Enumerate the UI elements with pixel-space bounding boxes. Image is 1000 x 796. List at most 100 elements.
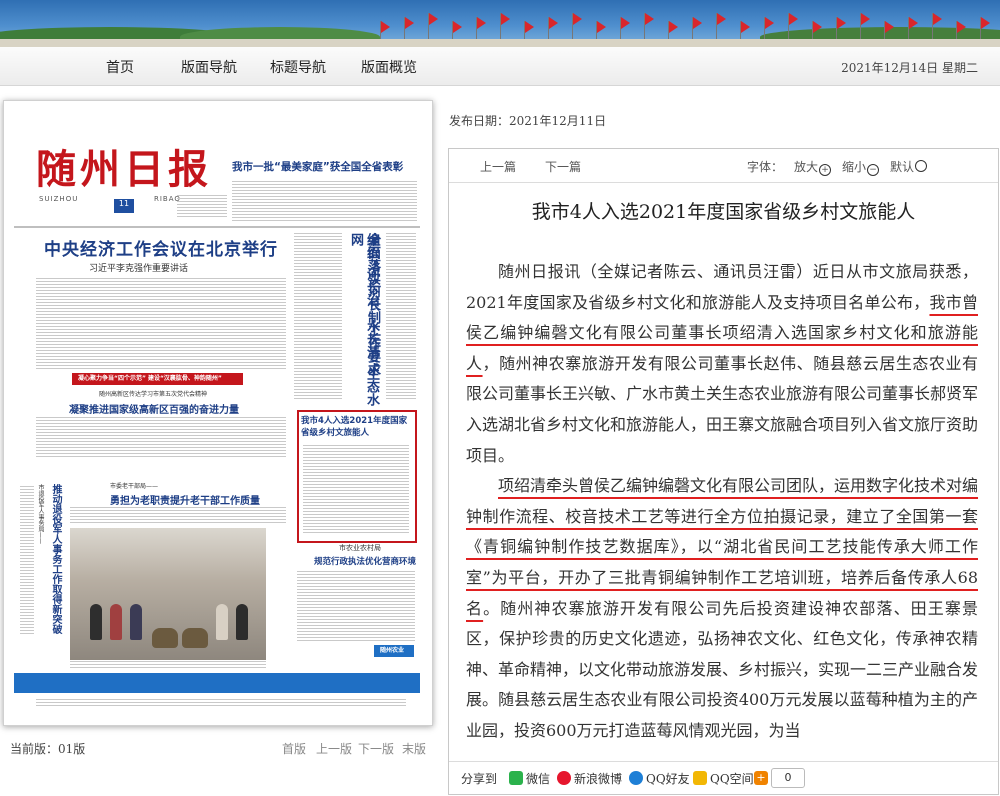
- red-flag-icon: [453, 21, 462, 33]
- elder-headline[interactable]: 勇担为老职责提升老干部工作质量: [110, 492, 260, 507]
- selected-article-highlight[interactable]: [297, 410, 417, 543]
- left-vertical-kicker: 市退役军人事务局——: [37, 484, 44, 544]
- masthead-info: [36, 191, 106, 219]
- red-flag-icon: [813, 21, 822, 33]
- font-bigger-button[interactable]: 放大 +: [794, 158, 832, 176]
- elder-story-text: [70, 507, 286, 525]
- circle-icon: [915, 160, 928, 172]
- share-wechat[interactable]: 微信: [526, 770, 550, 787]
- red-flag-icon: [789, 13, 798, 25]
- page-footer-strip: [14, 673, 420, 693]
- weibo-icon[interactable]: [557, 771, 571, 785]
- font-default-button[interactable]: 默认: [890, 158, 928, 175]
- left-vertical-headline[interactable]: 推动退役军人事务工作取得新突破: [48, 484, 63, 634]
- mid-story-text: [36, 417, 286, 459]
- next-article-link[interactable]: 下一篇: [545, 158, 581, 175]
- nav-title-navigation[interactable]: 标题导航: [270, 57, 326, 77]
- newspaper-page-frame: 随州日报 SUIZHOU RIBAO 11 我市一批“最美家庭”获全国全省表彰 …: [3, 100, 433, 726]
- issue-number: 11: [114, 199, 134, 213]
- right-small-text: [297, 571, 415, 641]
- prev-article-link[interactable]: 上一篇: [480, 158, 516, 175]
- red-flag-icon: [597, 21, 606, 33]
- page-preview-column: 随州日报 SUIZHOU RIBAO 11 我市一批“最美家庭”获全国全省表彰 …: [0, 95, 436, 795]
- article-paragraph: 随州日报讯（全媒记者陈云、通讯员汪雷）近日从市文旅局获悉，2021年度国家及省级…: [466, 257, 978, 471]
- top-story-text: [232, 181, 417, 223]
- red-flag-icon: [429, 13, 438, 25]
- nav-page-overview[interactable]: 版面概览: [361, 57, 417, 77]
- page-footer-text: [36, 699, 406, 707]
- red-flag-icon: [741, 21, 750, 33]
- publish-date: 发布日期：2021年12月11日: [449, 114, 607, 128]
- top-headline[interactable]: 我市一批“最美家庭”获全国全省表彰: [232, 159, 403, 174]
- red-flag-icon: [573, 13, 582, 25]
- left-story-text: [20, 486, 34, 636]
- red-flag-icon: [885, 21, 894, 33]
- article-paragraph: 项绍清牵头曾侯乙编钟编磬文化有限公司团队，运用数字化技术对编钟制作流程、校音技术…: [466, 471, 978, 746]
- article-panel: 上一篇 下一篇 字体： 放大 + 缩小 − 默认 我市4人入选2021年度国家省级乡…: [448, 148, 999, 795]
- photo-person: [216, 604, 228, 640]
- article-body: 随州日报讯（全媒记者陈云、通讯员汪雷）近日从市文旅局获悉，2021年度国家及省级…: [466, 257, 978, 747]
- share-bar: 分享到 微信 新浪微博 QQ好友 QQ空间 + 0: [449, 761, 998, 794]
- prev-page-link[interactable]: 上一版: [316, 740, 352, 757]
- article-toolbar: 上一篇 下一篇 字体： 放大 + 缩小 − 默认: [449, 149, 998, 183]
- article-text: 随州日报讯（全媒记者陈云、通讯员汪雷）近日从市文旅局获悉，2021年度国家及省级…: [466, 262, 978, 312]
- lead-subheadline: 习近平李克强作重要讲话: [89, 264, 189, 274]
- red-flag-icon: [933, 13, 942, 25]
- photo-person: [130, 604, 142, 640]
- elder-kicker: 市委老干部局——: [110, 483, 159, 490]
- masthead-logo: 随州日报: [36, 146, 212, 193]
- red-flag-icon: [981, 17, 990, 29]
- red-flag-icon: [693, 17, 702, 29]
- header-banner: [0, 0, 1000, 47]
- photo-person: [90, 604, 102, 640]
- photo-person: [110, 604, 122, 640]
- more-share-icon[interactable]: +: [754, 771, 768, 785]
- banner-railing: [0, 39, 1000, 47]
- photo-caption: [70, 661, 266, 669]
- newspaper-page-image[interactable]: 随州日报 SUIZHOU RIBAO 11 我市一批“最美家庭”获全国全省表彰 …: [14, 111, 420, 711]
- font-size-label: 字体：: [747, 160, 784, 174]
- nav-page-navigation[interactable]: 版面导航: [181, 57, 237, 77]
- lead-story-text: [36, 278, 286, 370]
- red-flag-icon: [549, 17, 558, 29]
- share-qq-friend[interactable]: QQ好友: [646, 770, 690, 787]
- right-small-headline[interactable]: 规范行政执法优化营商环境: [314, 555, 416, 567]
- red-flag-icon: [837, 17, 846, 29]
- red-flag-icon: [765, 17, 774, 29]
- article-title: 我市4人入选2021年度国家省级乡村文旅能人: [531, 201, 916, 223]
- qq-icon[interactable]: [629, 771, 643, 785]
- last-page-link[interactable]: 末版: [402, 740, 426, 757]
- share-count: 0: [771, 768, 805, 788]
- article-text: ，随州神农寨旅游开发有限公司董事长赵伟、随县慈云居生态农业有限公司董事长王兴敏、…: [466, 353, 979, 465]
- river-story-text: [294, 233, 342, 401]
- font-default-label: 默认: [890, 160, 915, 174]
- share-label: 分享到: [461, 772, 498, 786]
- share-qzone[interactable]: QQ空间: [710, 770, 754, 787]
- campaign-red-strip: 凝心聚力争当“四个示范” 建设“汉襄肱骨、神韵随州”: [72, 373, 243, 385]
- plus-circle-icon: +: [819, 164, 832, 176]
- vertical-headline-2[interactable]: 编织“河长治、水长清”生态水网: [347, 233, 379, 413]
- red-flag-icon: [645, 13, 654, 25]
- red-flag-icon: [669, 21, 678, 33]
- red-flag-icon: [861, 13, 870, 25]
- news-photo: [70, 528, 266, 660]
- mid-headline[interactable]: 凝聚推进国家级高新区百强的奋进力量: [69, 401, 239, 416]
- photo-bell: [152, 628, 178, 648]
- article-text: 。随州神农寨旅游开发有限公司先后投资建设神农部落、田王寨景区，保护珍贵的历史文化…: [466, 598, 979, 740]
- first-page-link[interactable]: 首版: [282, 740, 306, 757]
- corner-tag: 随州农业: [374, 645, 414, 657]
- lead-headline[interactable]: 中央经济工作会议在北京举行: [44, 235, 278, 260]
- minus-circle-icon: −: [867, 164, 880, 176]
- current-date: 2021年12月14日 星期二: [841, 61, 978, 75]
- font-smaller-button[interactable]: 缩小 −: [842, 158, 880, 176]
- nav-home[interactable]: 首页: [106, 57, 134, 77]
- red-flag-icon: [381, 21, 390, 33]
- share-weibo[interactable]: 新浪微博: [574, 770, 622, 787]
- red-flag-icon: [957, 21, 966, 33]
- top-nav: 首页 版面导航 标题导航 版面概览 2021年12月14日 星期二: [0, 47, 1000, 86]
- red-flag-icon: [501, 13, 510, 25]
- next-page-link[interactable]: 下一版: [358, 740, 394, 757]
- wechat-icon[interactable]: [509, 771, 523, 785]
- qzone-icon[interactable]: [693, 771, 707, 785]
- current-page-label: 当前版：01版: [10, 742, 86, 756]
